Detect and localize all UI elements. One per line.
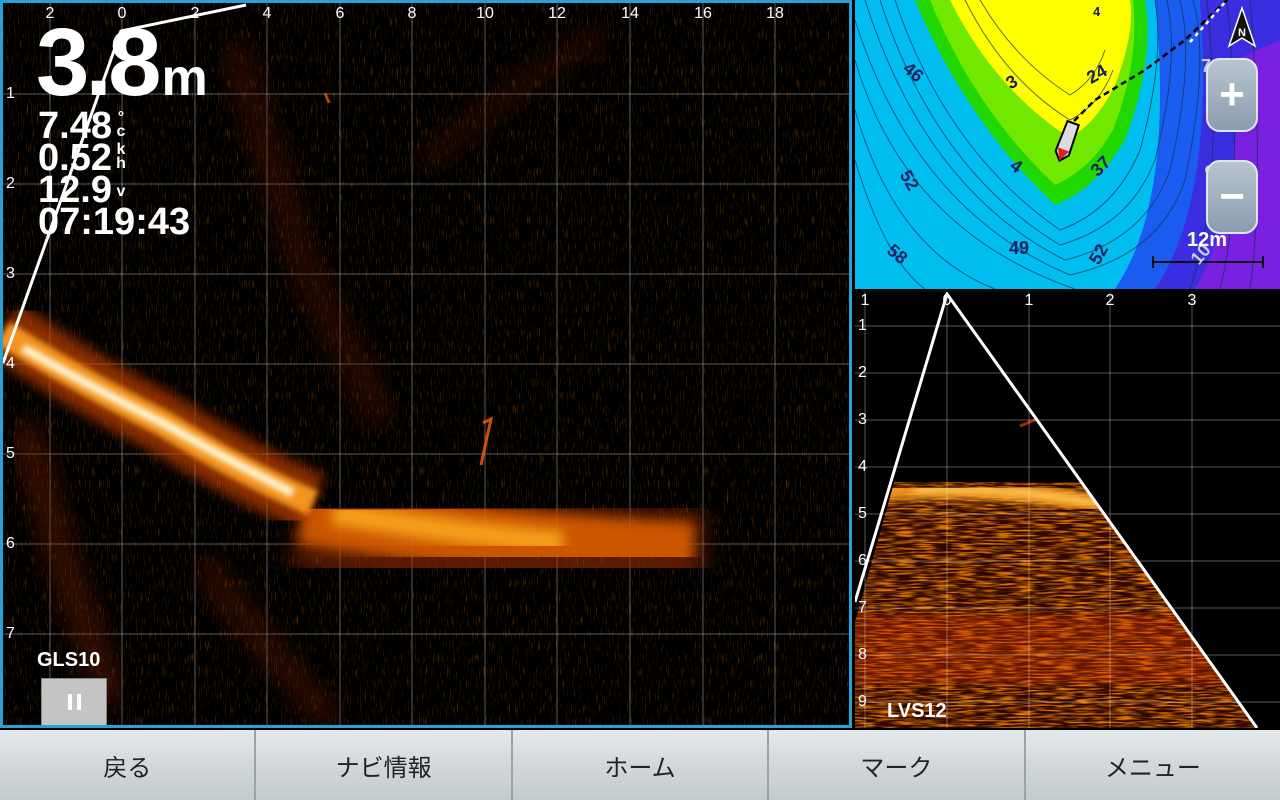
x-tick: 10 <box>476 5 494 22</box>
x-tick: 6 <box>335 5 345 22</box>
y-tick: 5 <box>858 505 867 522</box>
contour-label: 4 <box>1006 155 1027 178</box>
y-tick: 6 <box>858 552 867 569</box>
contour-label: 52 <box>1084 240 1113 268</box>
zoom-out-button[interactable]: − <box>1206 160 1258 234</box>
data-readouts: 3.8m 7.48 °c 0.52 kh 12.9 v 07:19:43 <box>36 9 208 242</box>
clock-readout: 07:19:43 <box>38 201 191 243</box>
y-tick: 6 <box>6 535 15 552</box>
x-tick: 18 <box>766 5 784 22</box>
x-tick: 2 <box>1105 292 1115 309</box>
menu-button[interactable]: メニュー <box>1025 730 1280 800</box>
north-arrow-icon: N <box>1227 6 1257 48</box>
y-tick: 3 <box>6 265 15 282</box>
contour-label: 24 <box>1083 60 1111 88</box>
x-tick: 4 <box>262 5 272 22</box>
livescope-view <box>855 292 1280 728</box>
y-tick: 5 <box>6 445 15 462</box>
y-tick: 8 <box>858 646 867 663</box>
fishfinder-screen: 2 0 2 4 6 8 10 12 14 16 18 1 2 3 4 5 6 7… <box>0 0 1280 800</box>
y-tick: 9 <box>858 693 867 710</box>
y-tick: 1 <box>858 317 867 334</box>
pause-button[interactable] <box>41 678 107 725</box>
depth-value: 3.8 <box>36 9 161 116</box>
transducer-label: GLS10 <box>37 649 101 671</box>
y-tick: 4 <box>858 458 867 475</box>
mark-button[interactable]: マーク <box>769 730 1026 800</box>
chart-pane[interactable]: 4 24 3 46 4 37 52 49 52 58 7 9 10 N + − … <box>855 0 1280 289</box>
contour-label: 58 <box>883 240 912 269</box>
x-tick: 8 <box>407 5 417 22</box>
contour-label: 49 <box>1009 238 1030 258</box>
contour-label: 37 <box>1086 151 1115 181</box>
x-tick: 0 <box>942 292 952 309</box>
voltage-unit: v <box>116 183 126 200</box>
transducer-label: LVS12 <box>887 700 947 722</box>
depth-unit: m <box>161 49 208 107</box>
svg-text:N: N <box>1238 27 1246 39</box>
y-tick: 2 <box>858 364 867 381</box>
contour-label: 3 <box>1002 70 1022 94</box>
y-tick: 7 <box>858 599 867 616</box>
x-tick: 3 <box>1187 292 1197 309</box>
x-tick: 12 <box>548 5 566 22</box>
temperature-unit: °c <box>116 109 126 140</box>
speed-unit: kh <box>116 141 126 172</box>
back-button[interactable]: 戻る <box>0 730 257 800</box>
contour-label: 46 <box>899 58 928 87</box>
contour-label: 52 <box>895 166 924 194</box>
main-sonar-pane[interactable]: 2 0 2 4 6 8 10 12 14 16 18 1 2 3 4 5 6 7… <box>0 0 852 728</box>
y-tick: 2 <box>6 175 15 192</box>
scale-label: 12m <box>1187 229 1228 251</box>
x-tick: 14 <box>621 5 639 22</box>
zoom-in-button[interactable]: + <box>1206 58 1258 132</box>
home-button[interactable]: ホーム <box>512 730 770 800</box>
bottom-softkey-bar: 戻る ナビ情報 ホーム マーク メニュー <box>0 730 1280 800</box>
x-tick: 1 <box>860 292 870 309</box>
nav-info-button[interactable]: ナビ情報 <box>256 730 513 800</box>
pause-icon <box>67 694 81 710</box>
y-tick: 7 <box>6 625 15 642</box>
contour-label: 4 <box>1093 4 1101 19</box>
livescope-pane[interactable]: 1 0 1 2 3 1 2 3 4 5 6 7 8 9 LVS12 <box>855 292 1280 728</box>
y-tick: 3 <box>858 411 867 428</box>
x-tick: 1 <box>1024 292 1034 309</box>
x-tick: 16 <box>694 5 712 22</box>
y-tick: 1 <box>6 85 15 102</box>
y-tick: 4 <box>6 355 15 372</box>
